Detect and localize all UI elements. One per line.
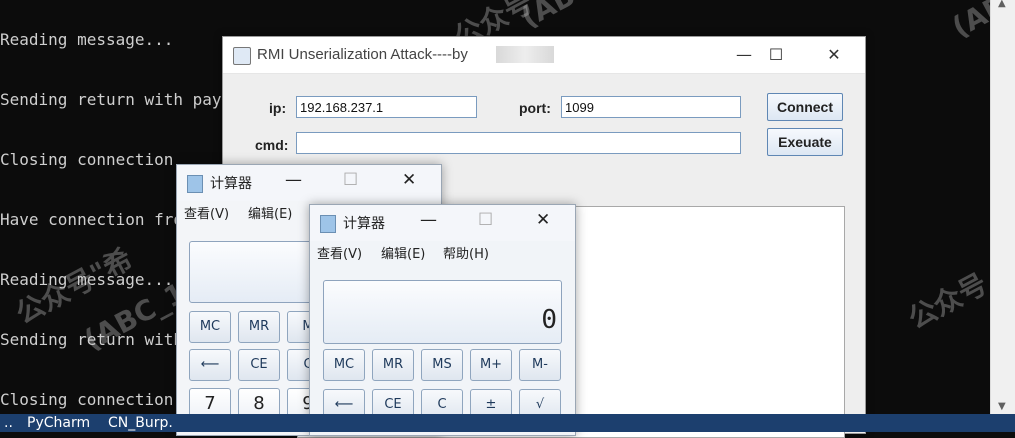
minimize-button[interactable]: — [420,210,437,230]
port-label: port: [519,100,551,116]
ip-label: ip: [269,100,287,116]
maximize-button[interactable]: ☐ [478,210,493,230]
calculator-titlebar[interactable]: 计算器 — ☐ ✕ [177,165,441,201]
display-value: 0 [541,305,557,335]
calculator-menubar: 查看(V) 编辑(E) 帮助(H) [310,241,575,263]
calculator-window-front: 计算器 — ☐ ✕ 查看(V) 编辑(E) 帮助(H) 0 MC MR MS M… [309,204,576,436]
close-button[interactable]: ✕ [536,210,550,230]
menu-view[interactable]: 查看(V) [184,203,229,222]
calculator-icon [320,215,336,233]
scroll-down-icon[interactable]: ▼ [998,401,1006,412]
calculator-title: 计算器 [210,176,252,192]
calculator-title: 计算器 [343,216,385,232]
window-title: RMI Unserialization Attack----by [257,46,468,63]
backspace-button[interactable]: ⟵ [189,349,231,381]
mr-button[interactable]: MR [238,311,280,343]
maximize-button[interactable]: ☐ [747,37,805,73]
taskbar-item-pycharm[interactable]: PyCharm [27,414,90,432]
taskbar-item[interactable]: .. [4,414,13,432]
minimize-button[interactable]: — [285,170,302,190]
close-button[interactable]: ✕ [805,37,863,73]
calculator-display: 0 [323,280,562,344]
mc-button[interactable]: MC [189,311,231,343]
mc-button[interactable]: MC [323,349,365,381]
taskbar-item-burp[interactable]: CN_Burp. [108,414,173,432]
close-button[interactable]: ✕ [402,170,416,190]
menu-view[interactable]: 查看(V) [317,243,362,262]
menu-edit[interactable]: 编辑(E) [381,243,425,262]
port-input[interactable]: 1099 [561,96,741,118]
scroll-up-icon[interactable]: ▲ [998,0,1006,9]
calculator-titlebar[interactable]: 计算器 — ☐ ✕ [310,205,575,241]
mr-button[interactable]: MR [372,349,414,381]
connect-button[interactable]: Connect [767,93,843,121]
window-titlebar[interactable]: RMI Unserialization Attack----by — ☐ ✕ [223,37,865,74]
menu-help[interactable]: 帮助(H) [443,243,489,262]
console-scrollbar[interactable]: ▲ ▼ [990,0,1015,414]
execute-button[interactable]: Exeuate [767,128,843,156]
ce-button[interactable]: CE [238,349,280,381]
menu-edit[interactable]: 编辑(E) [248,203,292,222]
ip-input[interactable]: 192.168.237.1 [296,96,477,118]
ms-button[interactable]: MS [421,349,463,381]
m-plus-button[interactable]: M+ [470,349,512,381]
m-minus-button[interactable]: M- [519,349,561,381]
java-app-icon [233,47,251,65]
maximize-button[interactable]: ☐ [343,170,358,190]
calculator-icon [187,175,203,193]
cmd-input[interactable] [296,132,741,154]
cmd-label: cmd: [255,137,289,153]
redacted-author [496,46,554,63]
taskbar: .. PyCharm CN_Burp. [0,414,1015,432]
